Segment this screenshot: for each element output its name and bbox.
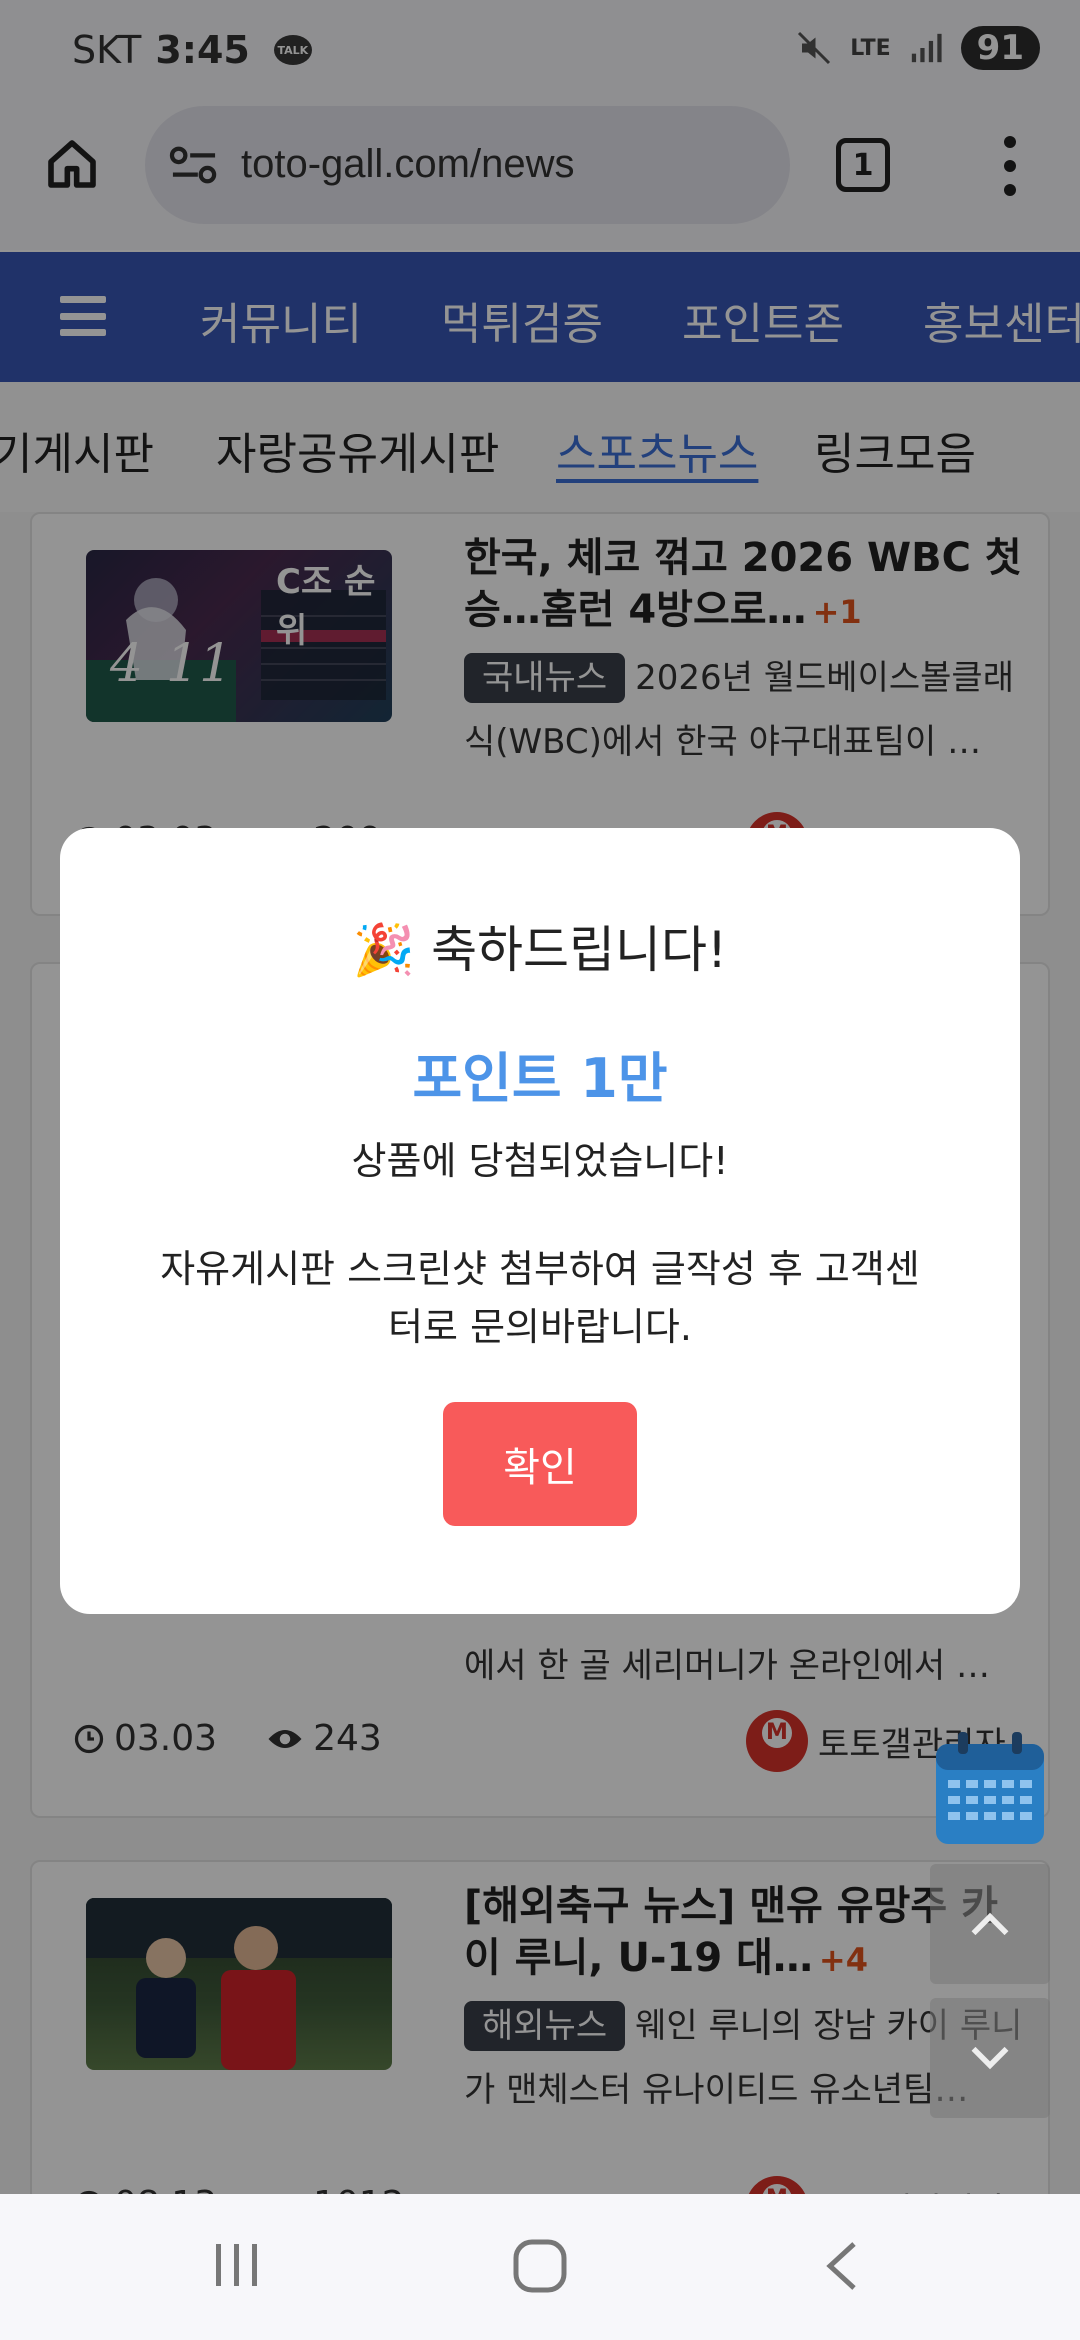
back-icon[interactable] [822, 2238, 862, 2294]
winning-message: 상품에 당첨되었습니다! [351, 1139, 729, 1183]
scroll-up-button[interactable] [930, 1864, 1050, 1984]
system-nav-bar [0, 2194, 1080, 2340]
modal-title-text: 축하드립니다! [431, 921, 728, 979]
congratulations-modal: 🎉 축하드립니다! 포인트 1만 상품에 당첨되었습니다! 자유게시판 스크린샷… [60, 828, 1020, 1614]
chevron-up-icon [971, 1912, 1009, 1936]
chevron-down-icon [971, 2046, 1009, 2070]
recent-apps-icon[interactable] [212, 2238, 262, 2292]
home-button-icon[interactable] [512, 2238, 568, 2294]
party-popper-icon: 🎉 [352, 921, 416, 979]
instructions-message: 자유게시판 스크린샷 첨부하여 글작성 후 고객센터로 문의바랍니다. [160, 1247, 920, 1349]
scroll-down-button[interactable] [930, 1998, 1050, 2118]
prize-text: 포인트 1만 [412, 1047, 668, 1110]
calendar-icon[interactable] [930, 1730, 1050, 1850]
modal-title: 🎉 축하드립니다! [60, 910, 1020, 982]
confirm-button[interactable]: 확인 [443, 1402, 637, 1526]
